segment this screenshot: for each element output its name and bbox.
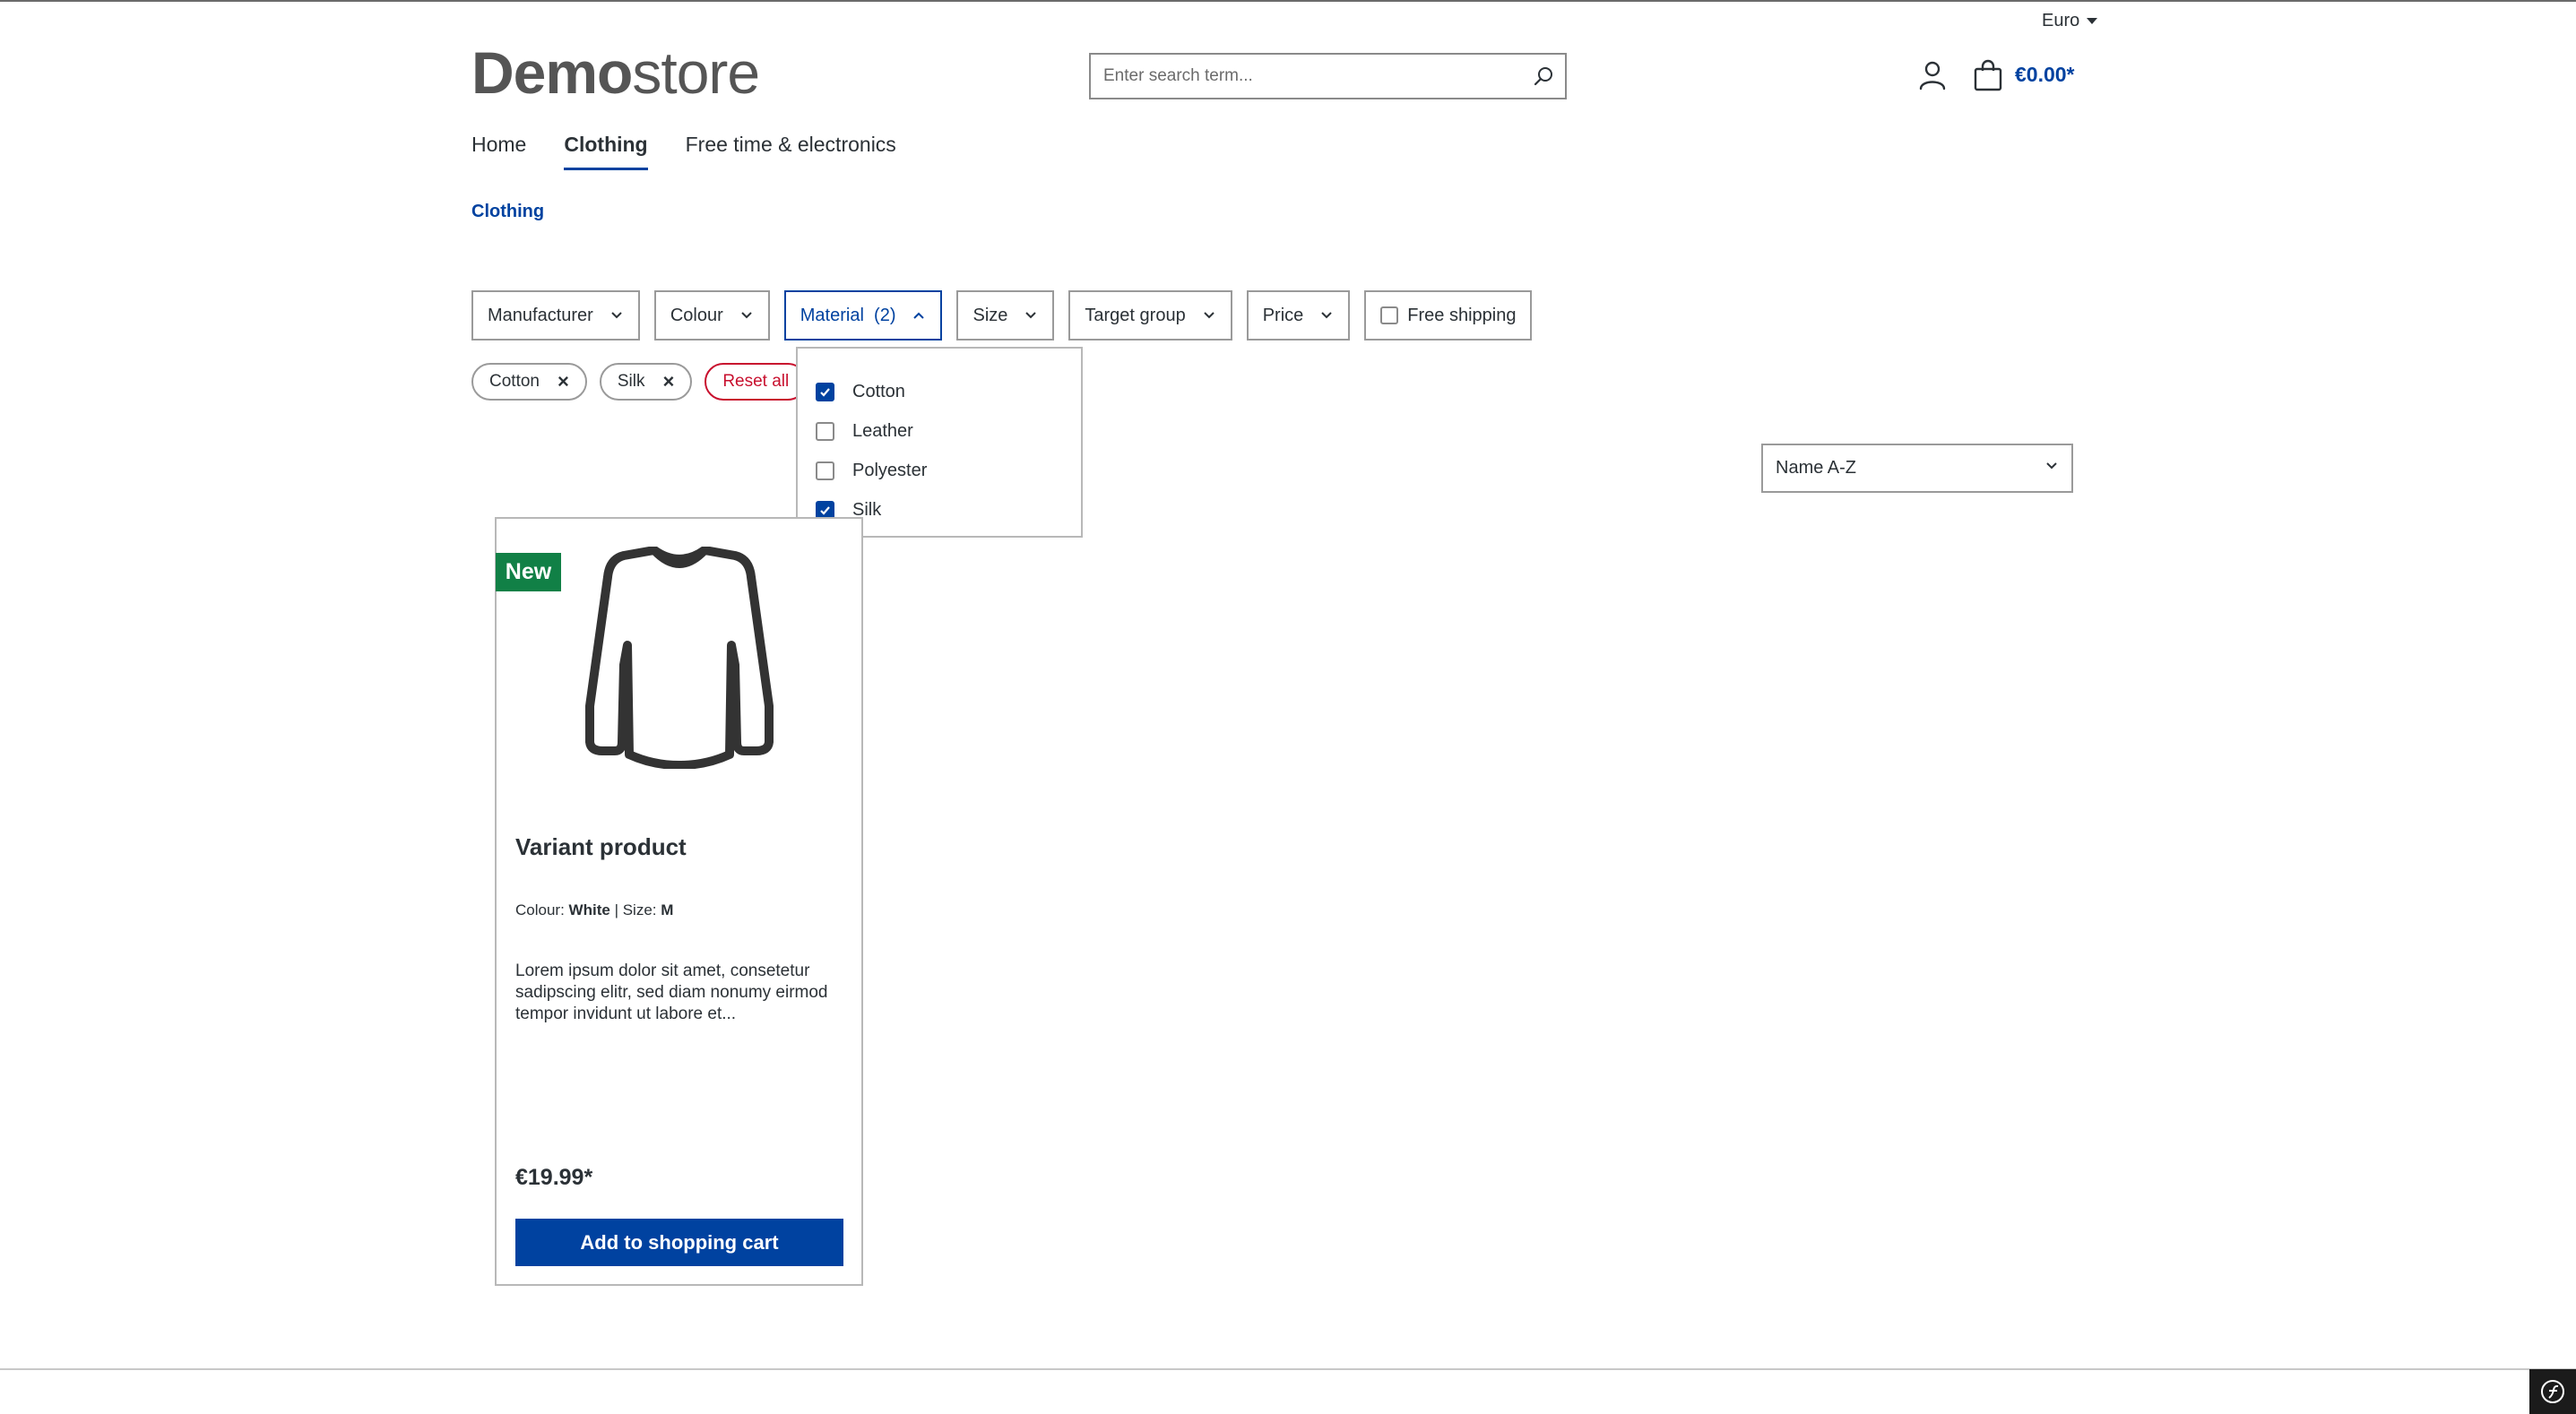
filter-size[interactable]: Size	[956, 290, 1055, 341]
remove-icon[interactable]: ×	[558, 372, 569, 392]
product-description: Lorem ipsum dolor sit amet, consetetur s…	[515, 961, 828, 1023]
caret-down-icon	[2087, 18, 2098, 24]
nav-item-free-time-electronics[interactable]: Free time & electronics	[686, 133, 896, 170]
checkbox-icon[interactable]	[816, 461, 834, 480]
currency-selector[interactable]: Euro	[2042, 11, 2098, 31]
nav-item-home[interactable]: Home	[471, 133, 526, 170]
filter-label: Size	[972, 305, 1008, 325]
footer-divider	[0, 1368, 2576, 1370]
filter-price[interactable]: Price	[1246, 290, 1351, 341]
option-label: Cotton	[852, 381, 905, 401]
filter-label: Free shipping	[1407, 305, 1517, 325]
filter-label: Material (2)	[800, 305, 896, 325]
search-bar	[1089, 53, 1567, 99]
reset-all-button[interactable]: Reset all	[705, 363, 808, 401]
active-filter-pill-cotton[interactable]: Cotton ×	[471, 363, 587, 401]
filter-label: Price	[1262, 305, 1304, 325]
remove-icon[interactable]: ×	[662, 372, 674, 392]
currency-label: Euro	[2042, 11, 2080, 30]
product-variant-info: Colour: White | Size: M	[515, 901, 674, 918]
new-badge: New	[496, 553, 561, 591]
filter-manufacturer[interactable]: Manufacturer	[471, 290, 640, 341]
filter-label: Colour	[670, 305, 723, 325]
product-price: €19.99*	[515, 1165, 593, 1190]
account-icon[interactable]	[1918, 60, 1947, 91]
filter-label: Target group	[1085, 305, 1186, 325]
filter-target-group[interactable]: Target group	[1068, 290, 1232, 341]
long-sleeve-shirt-image[interactable]	[572, 546, 787, 770]
logo-light-text: store	[632, 39, 760, 106]
material-option-cotton[interactable]: Cotton	[798, 372, 1081, 411]
active-filter-pill-silk[interactable]: Silk ×	[599, 363, 693, 401]
sort-selected-value: Name A-Z	[1776, 458, 1857, 478]
cart-total[interactable]: €0.00*	[2015, 63, 2075, 87]
breadcrumb[interactable]: Clothing	[471, 202, 544, 222]
search-input[interactable]	[1091, 65, 1522, 87]
main-navigation: Home Clothing Free time & electronics	[471, 133, 896, 170]
free-shipping-checkbox[interactable]	[1380, 306, 1399, 324]
filter-label: Manufacturer	[488, 305, 593, 325]
pill-label: Cotton	[489, 372, 540, 391]
chevron-down-icon	[1319, 308, 1334, 323]
store-logo[interactable]: Demostore	[471, 43, 760, 102]
sort-select[interactable]: Name A-Z	[1761, 444, 2073, 493]
chevron-up-icon	[912, 308, 926, 323]
top-border	[0, 0, 2576, 2]
shopping-bag-icon[interactable]	[1973, 59, 2003, 91]
logo-bold-text: Demo	[471, 39, 633, 106]
chevron-down-icon	[739, 308, 754, 323]
add-to-cart-button[interactable]: Add to shopping cart	[515, 1219, 843, 1266]
chevron-down-icon	[1202, 308, 1216, 323]
filter-material[interactable]: Material (2)	[783, 290, 943, 341]
chevron-down-icon	[1024, 308, 1038, 323]
symfony-toolbar-icon[interactable]	[2529, 1369, 2576, 1414]
pill-label: Silk	[617, 372, 645, 391]
search-icon[interactable]	[1522, 55, 1565, 98]
option-label: Polyester	[852, 460, 928, 480]
filter-panel: Manufacturer Colour Material (2) Size Ta…	[471, 290, 1533, 341]
material-dropdown: Cotton Leather Polyester Silk	[796, 347, 1083, 538]
material-option-polyester[interactable]: Polyester	[798, 451, 1081, 490]
filter-colour[interactable]: Colour	[653, 290, 770, 341]
option-label: Leather	[852, 420, 913, 441]
nav-item-clothing[interactable]: Clothing	[564, 133, 648, 170]
chevron-down-icon	[609, 308, 624, 323]
chevron-down-icon	[2044, 458, 2059, 479]
active-filters: Cotton × Silk × Reset all	[471, 363, 808, 401]
product-name[interactable]: Variant product	[515, 833, 687, 861]
filter-free-shipping[interactable]: Free shipping	[1364, 290, 1533, 341]
material-option-leather[interactable]: Leather	[798, 411, 1081, 451]
checkbox-icon[interactable]	[816, 421, 834, 441]
checkbox-checked-icon[interactable]	[816, 382, 834, 401]
